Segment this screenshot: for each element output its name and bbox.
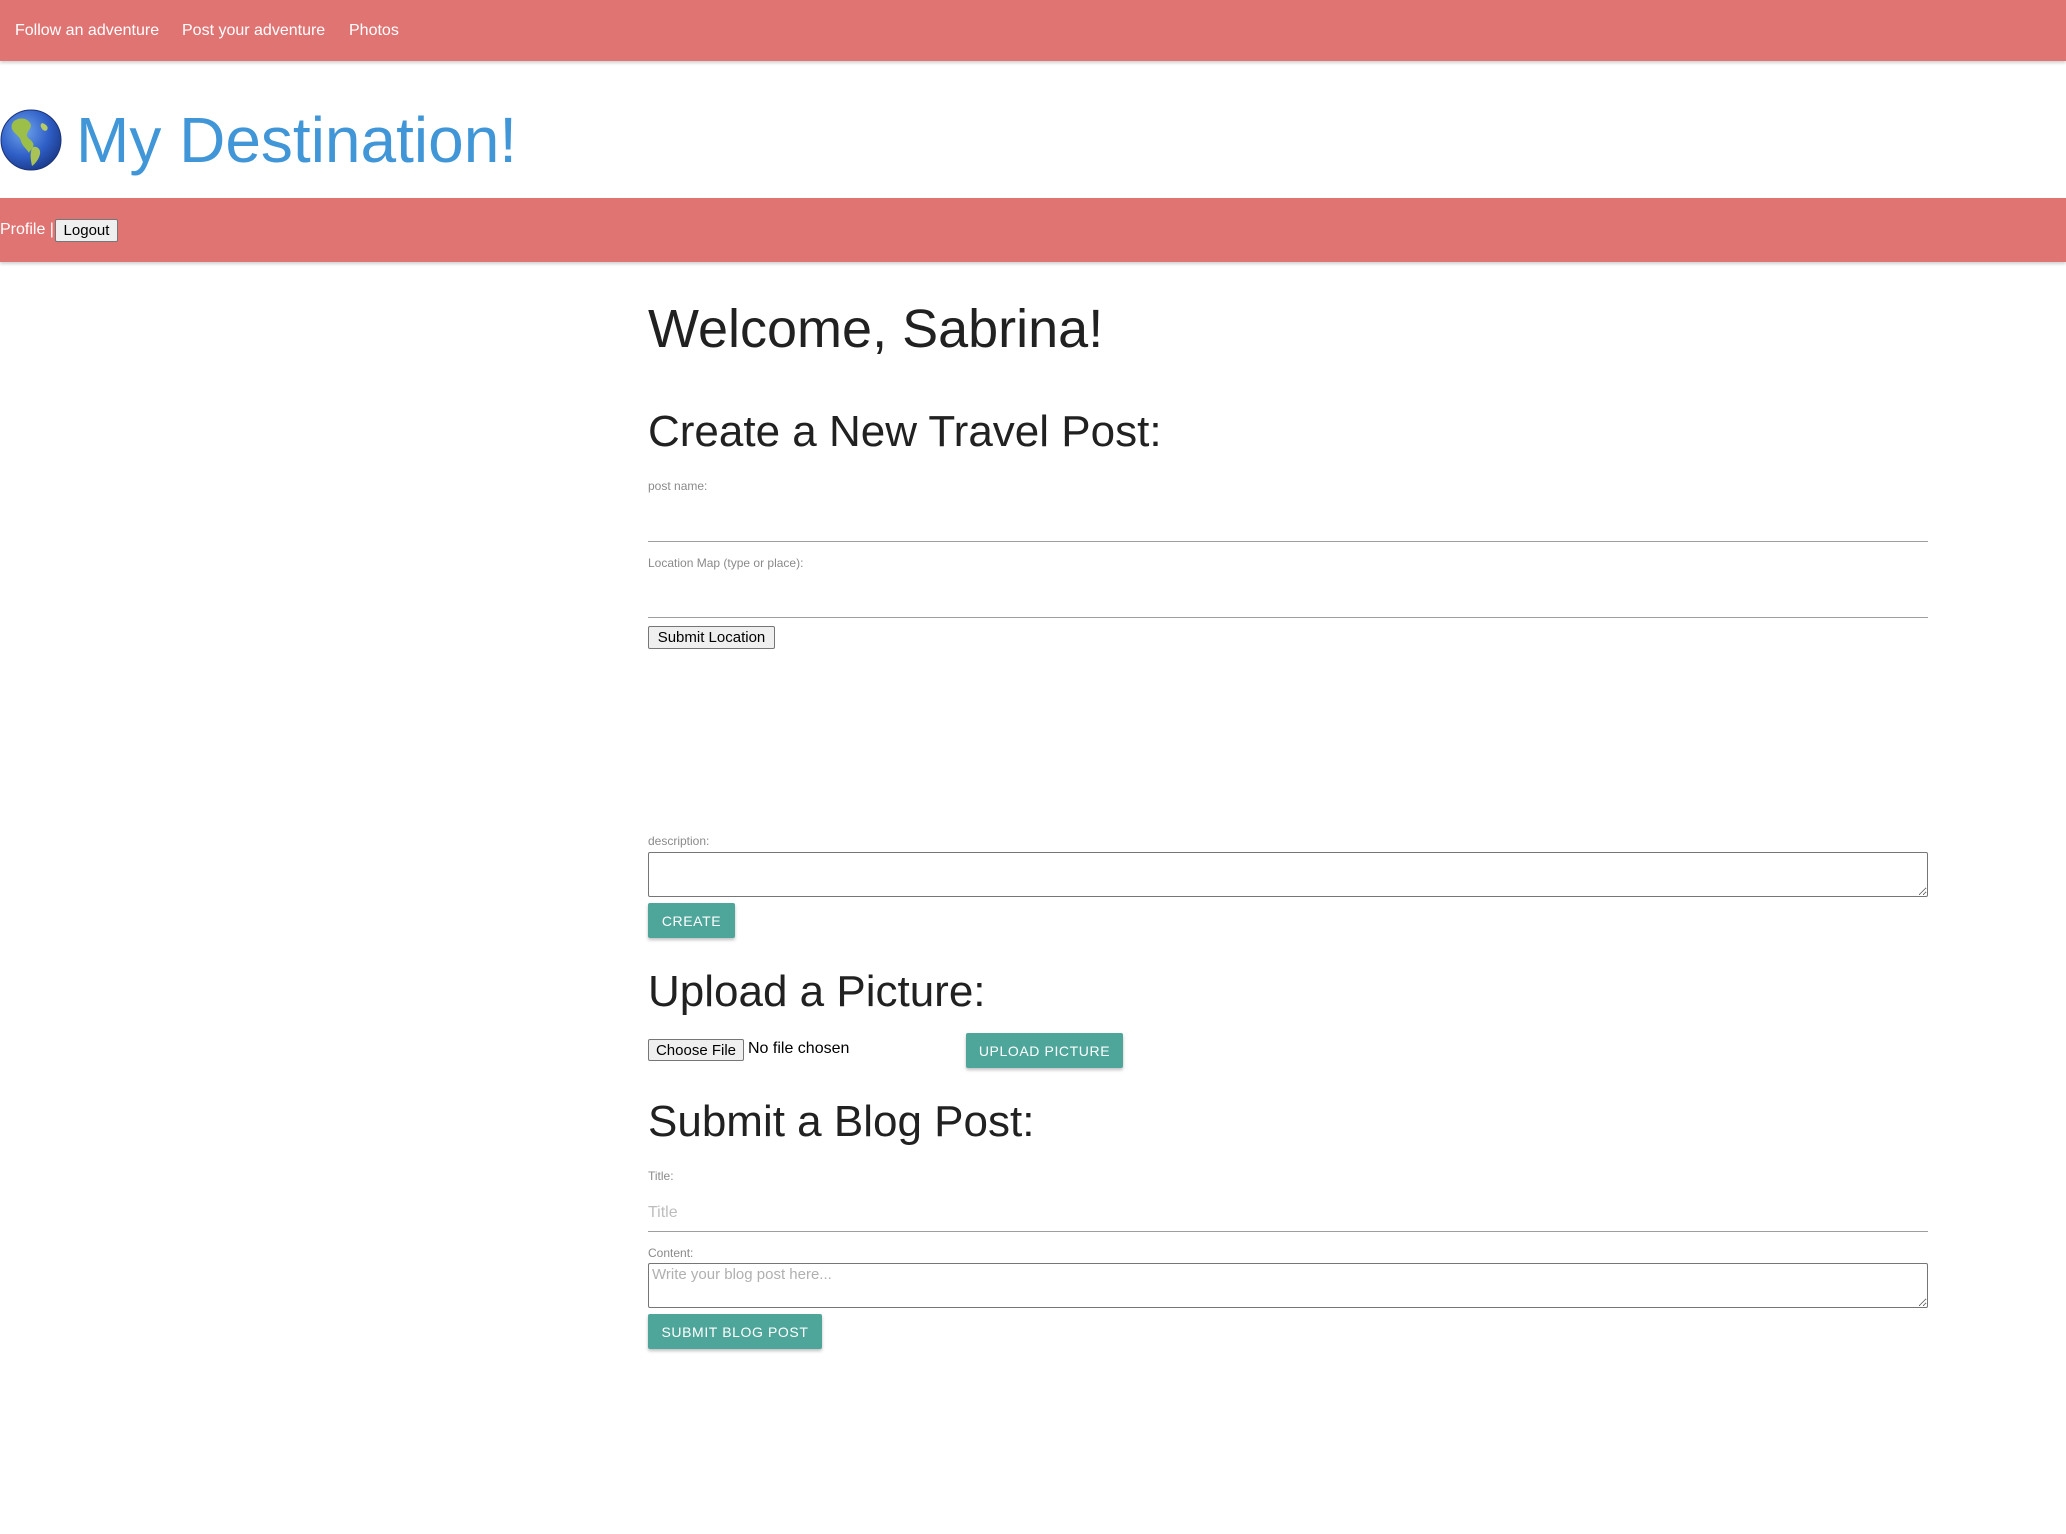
choose-file-button[interactable]: Choose File <box>648 1039 744 1061</box>
post-name-input[interactable] <box>648 505 1928 542</box>
title-label: Title: <box>648 1169 674 1183</box>
travel-post-heading: Create a New Travel Post: <box>648 407 1162 456</box>
blog-post-heading: Submit a Blog Post: <box>648 1097 1035 1146</box>
site-brand: My Destination! <box>0 102 517 178</box>
site-title: My Destination! <box>76 104 518 176</box>
profile-link[interactable]: Profile | <box>0 198 54 262</box>
description-label: description: <box>648 834 710 848</box>
user-nav-bar: Profile | Logout <box>0 198 2066 262</box>
file-status-text: No file chosen <box>748 1040 850 1057</box>
submit-blog-post-button[interactable]: SUBMIT BLOG POST <box>648 1314 822 1349</box>
upload-picture-heading: Upload a Picture: <box>648 967 986 1016</box>
post-name-label: post name: <box>648 479 708 493</box>
blog-title-input[interactable] <box>648 1195 1928 1232</box>
nav-follow-adventure-link[interactable]: Follow an adventure <box>15 0 159 61</box>
welcome-heading: Welcome, Sabrina! <box>648 299 1104 359</box>
create-button[interactable]: CREATE <box>648 903 735 938</box>
top-nav-bar: Follow an adventure Post your adventure … <box>0 0 2066 61</box>
location-label: Location Map (type or place): <box>648 556 804 570</box>
upload-picture-button[interactable]: UPLOAD PICTURE <box>966 1033 1123 1068</box>
content-label: Content: <box>648 1246 694 1260</box>
blog-content-textarea[interactable] <box>648 1263 1928 1308</box>
submit-location-button[interactable]: Submit Location <box>648 626 775 649</box>
logout-button[interactable]: Logout <box>55 219 118 242</box>
nav-photos-link[interactable]: Photos <box>349 0 399 61</box>
globe-americas-icon <box>0 109 62 171</box>
description-textarea[interactable] <box>648 852 1928 897</box>
location-input[interactable] <box>648 581 1928 618</box>
nav-post-adventure-link[interactable]: Post your adventure <box>182 0 325 61</box>
